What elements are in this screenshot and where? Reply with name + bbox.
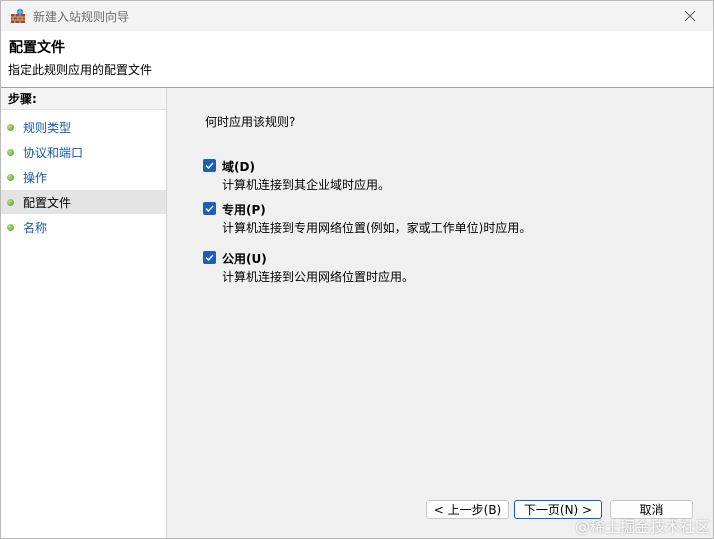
question-text: 何时应用该规则? (205, 115, 296, 129)
sidebar-item-label: 名称 (23, 220, 48, 235)
public-checkbox[interactable] (203, 251, 216, 264)
step-bullet-icon (7, 148, 14, 156)
page-header: 配置文件 指定此规则应用的配置文件 (1, 31, 713, 88)
private-label[interactable]: 专用(P) (222, 201, 266, 218)
sidebar-item-label: 规则类型 (23, 120, 72, 135)
watermark: @稀土掘金技术社区 (575, 518, 711, 536)
private-description: 计算机连接到专用网络位置(例如，家或工作单位)时应用。 (222, 221, 532, 235)
sidebar-item-protocol-ports[interactable]: 协议和端口 (1, 140, 166, 164)
firewall-wall-icon (10, 8, 26, 24)
back-button[interactable]: < 上一步(B) (426, 500, 509, 519)
close-button[interactable] (667, 1, 713, 31)
main-content: 何时应用该规则? 域(D) 计算机连接到其企业域时应用。 专用(P) 计算机连接… (167, 88, 713, 538)
sidebar-item-rule-type[interactable]: 规则类型 (1, 115, 166, 139)
sidebar-item-profile[interactable]: 配置文件 (1, 190, 166, 214)
steps-sidebar: 步骤: 规则类型 协议和端口 操作 配置文件 名称 (1, 88, 167, 538)
step-bullet-icon (7, 123, 14, 131)
step-bullet-icon (7, 223, 14, 231)
title-bar: 新建入站规则向导 (1, 1, 713, 31)
checkmark-icon (205, 205, 214, 213)
sidebar-item-label: 操作 (23, 170, 48, 185)
domain-label[interactable]: 域(D) (222, 158, 255, 175)
domain-description: 计算机连接到其企业域时应用。 (222, 178, 391, 192)
sidebar-item-label: 协议和端口 (23, 145, 84, 160)
checkmark-icon (205, 162, 214, 170)
step-bullet-icon (7, 198, 14, 206)
domain-checkbox[interactable] (203, 159, 216, 172)
steps-title: 步骤: (1, 88, 166, 110)
window-title: 新建入站规则向导 (33, 9, 130, 24)
sidebar-item-name[interactable]: 名称 (1, 215, 166, 239)
close-icon (684, 10, 696, 22)
step-bullet-icon (7, 173, 14, 181)
page-title: 配置文件 (9, 40, 65, 56)
public-description: 计算机连接到公用网络位置时应用。 (222, 270, 415, 284)
private-checkbox[interactable] (203, 202, 216, 215)
public-label[interactable]: 公用(U) (222, 250, 267, 267)
sidebar-item-action[interactable]: 操作 (1, 165, 166, 189)
wizard-window: 新建入站规则向导 配置文件 指定此规则应用的配置文件 步骤: 规则类型 协议和端… (0, 0, 714, 539)
page-subtitle: 指定此规则应用的配置文件 (8, 63, 153, 77)
checkmark-icon (205, 254, 214, 262)
sidebar-item-label: 配置文件 (23, 195, 72, 210)
